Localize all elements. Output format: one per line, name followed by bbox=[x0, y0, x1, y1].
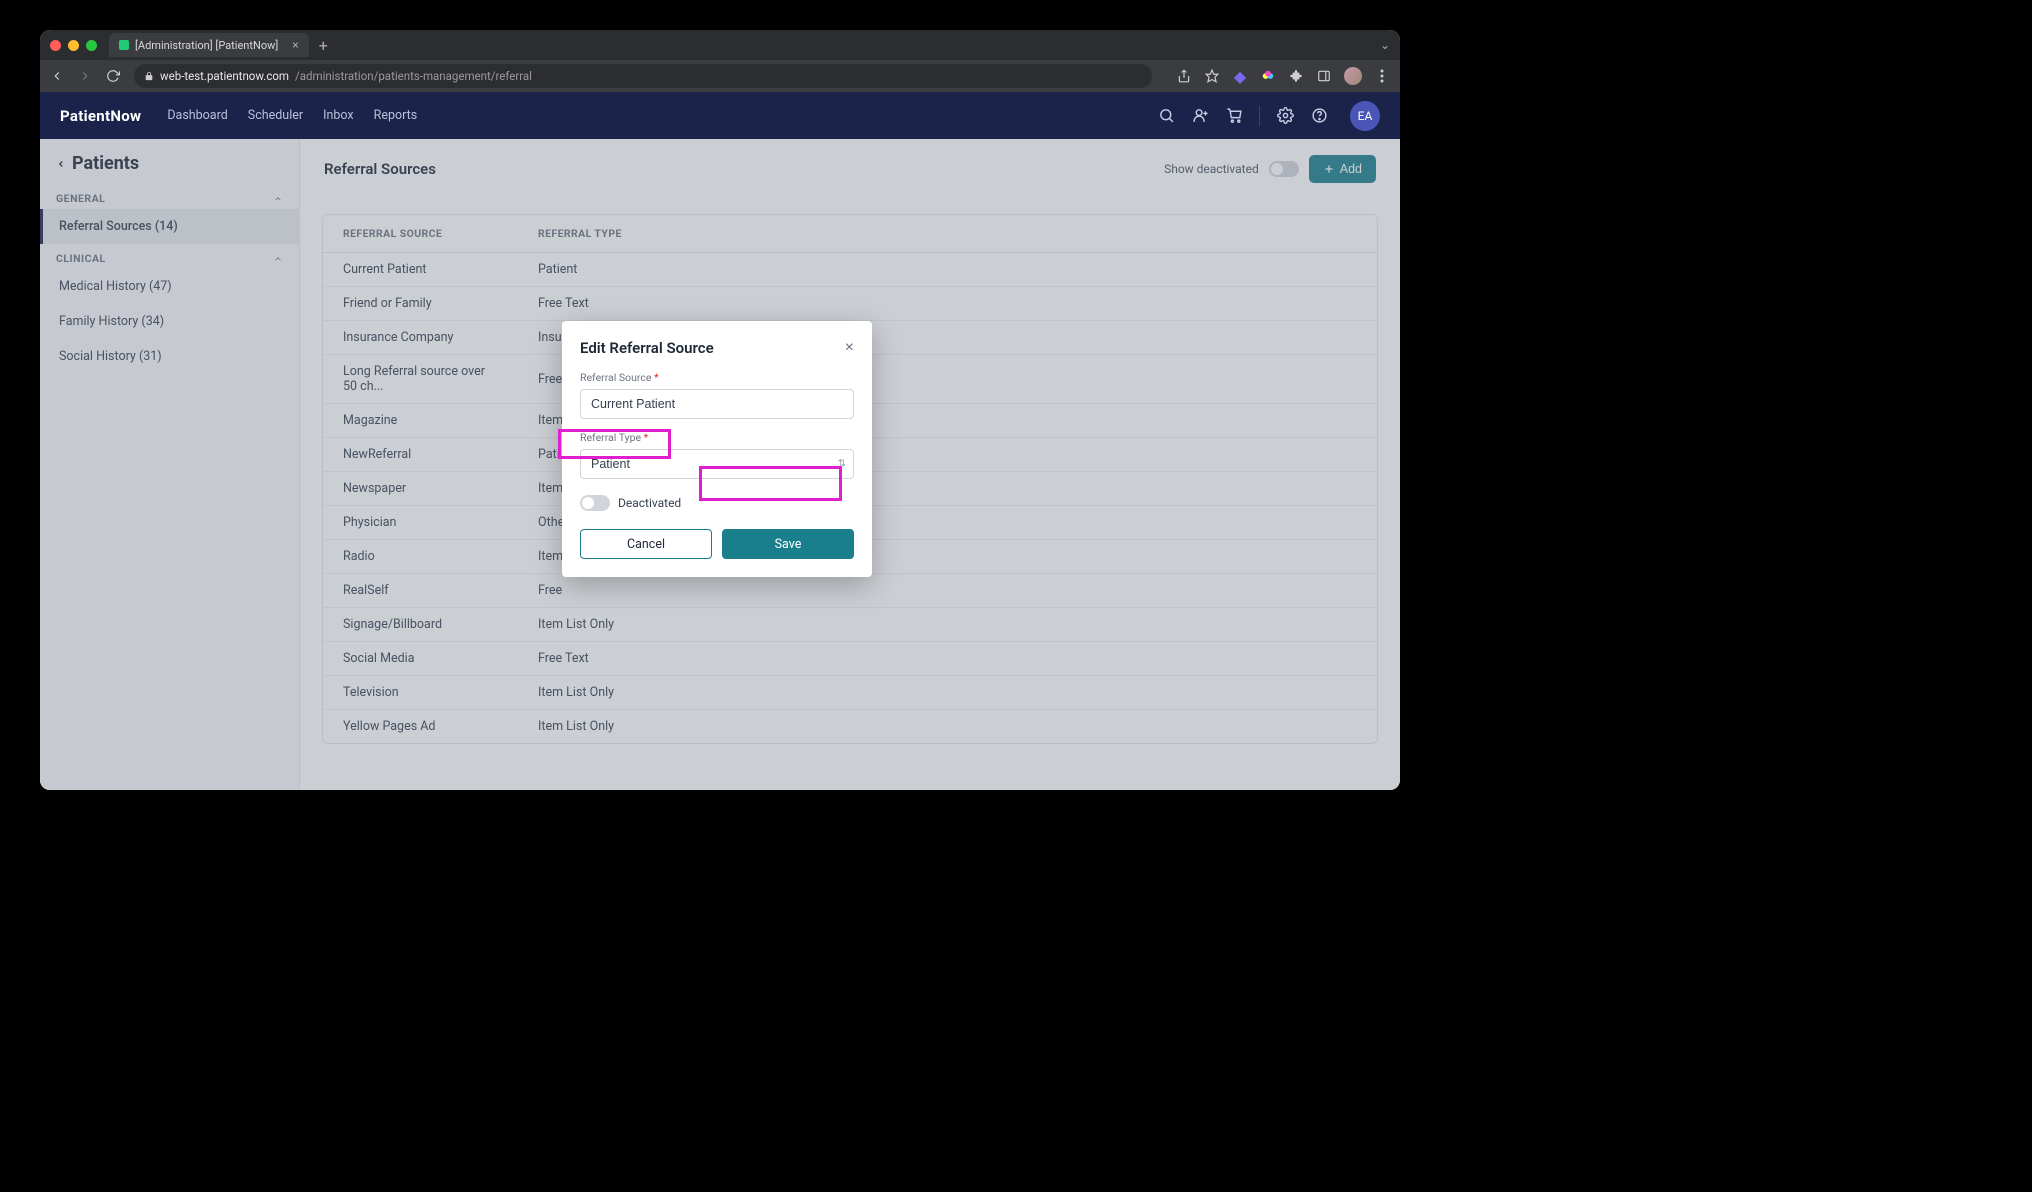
star-icon[interactable] bbox=[1204, 68, 1220, 84]
add-user-icon[interactable] bbox=[1191, 107, 1209, 125]
tab-bar: [Administration] [PatientNow] × + ⌄ bbox=[40, 30, 1400, 60]
referral-source-label: Referral Source * bbox=[580, 371, 854, 384]
tab-menu-icon[interactable]: ⌄ bbox=[1380, 38, 1390, 52]
url-path: /administration/patients-management/refe… bbox=[295, 69, 532, 83]
minimize-window-icon[interactable] bbox=[68, 40, 79, 51]
edit-referral-modal: Edit Referral Source × Referral Source *… bbox=[562, 321, 872, 577]
app-header: PatientNow Dashboard Scheduler Inbox Rep… bbox=[40, 92, 1400, 139]
new-tab-icon[interactable]: + bbox=[319, 36, 328, 55]
referral-type-select[interactable] bbox=[580, 449, 854, 479]
brand-logo[interactable]: PatientNow bbox=[60, 107, 141, 125]
browser-tab[interactable]: [Administration] [PatientNow] × bbox=[109, 33, 309, 57]
browser-window: [Administration] [PatientNow] × + ⌄ web-… bbox=[40, 30, 1400, 790]
modal-title: Edit Referral Source bbox=[580, 339, 714, 357]
window-controls bbox=[50, 40, 97, 51]
help-icon[interactable] bbox=[1310, 107, 1328, 125]
deactivated-row: Deactivated bbox=[580, 491, 854, 515]
modal-overlay[interactable]: Edit Referral Source × Referral Source *… bbox=[40, 139, 1400, 790]
cart-icon[interactable] bbox=[1225, 107, 1243, 125]
app-body: Patients GENERAL Referral Sources (14) C… bbox=[40, 139, 1400, 790]
back-icon[interactable] bbox=[50, 69, 64, 83]
app-root: PatientNow Dashboard Scheduler Inbox Rep… bbox=[40, 92, 1400, 790]
address-bar: web-test.patientnow.com/administration/p… bbox=[40, 60, 1400, 92]
extension-color-icon[interactable] bbox=[1260, 68, 1276, 84]
save-button[interactable]: Save bbox=[722, 529, 854, 559]
top-nav: Dashboard Scheduler Inbox Reports bbox=[167, 108, 417, 123]
favicon-icon bbox=[119, 40, 129, 50]
tab-title: [Administration] [PatientNow] bbox=[135, 39, 278, 52]
toggle-knob bbox=[582, 497, 594, 509]
gear-icon[interactable] bbox=[1276, 107, 1294, 125]
panel-icon[interactable] bbox=[1316, 68, 1332, 84]
deactivated-label: Deactivated bbox=[618, 496, 681, 510]
nav-dashboard[interactable]: Dashboard bbox=[167, 108, 227, 123]
lock-icon bbox=[144, 71, 154, 81]
extension-icon[interactable]: ◆ bbox=[1232, 68, 1248, 84]
kebab-icon[interactable] bbox=[1374, 68, 1390, 84]
header-actions: EA bbox=[1157, 101, 1380, 131]
forward-icon[interactable] bbox=[78, 69, 92, 83]
browser-action-icons: ◆ bbox=[1176, 67, 1390, 85]
url-host: web-test.patientnow.com bbox=[160, 69, 289, 83]
cancel-button[interactable]: Cancel bbox=[580, 529, 712, 559]
tab-close-icon[interactable]: × bbox=[292, 38, 298, 52]
modal-close-icon[interactable]: × bbox=[845, 339, 854, 357]
deactivated-toggle[interactable] bbox=[580, 495, 610, 511]
referral-type-label: Referral Type * bbox=[580, 431, 854, 444]
search-icon[interactable] bbox=[1157, 107, 1175, 125]
extensions-icon[interactable] bbox=[1288, 68, 1304, 84]
share-icon[interactable] bbox=[1176, 68, 1192, 84]
user-avatar[interactable]: EA bbox=[1350, 101, 1380, 131]
referral-source-input[interactable] bbox=[580, 389, 854, 419]
nav-reports[interactable]: Reports bbox=[374, 108, 418, 123]
maximize-window-icon[interactable] bbox=[86, 40, 97, 51]
url-input[interactable]: web-test.patientnow.com/administration/p… bbox=[134, 64, 1152, 88]
profile-avatar-icon[interactable] bbox=[1344, 67, 1362, 85]
nav-scheduler[interactable]: Scheduler bbox=[248, 108, 303, 123]
reload-icon[interactable] bbox=[106, 69, 120, 83]
close-window-icon[interactable] bbox=[50, 40, 61, 51]
nav-inbox[interactable]: Inbox bbox=[323, 108, 354, 123]
